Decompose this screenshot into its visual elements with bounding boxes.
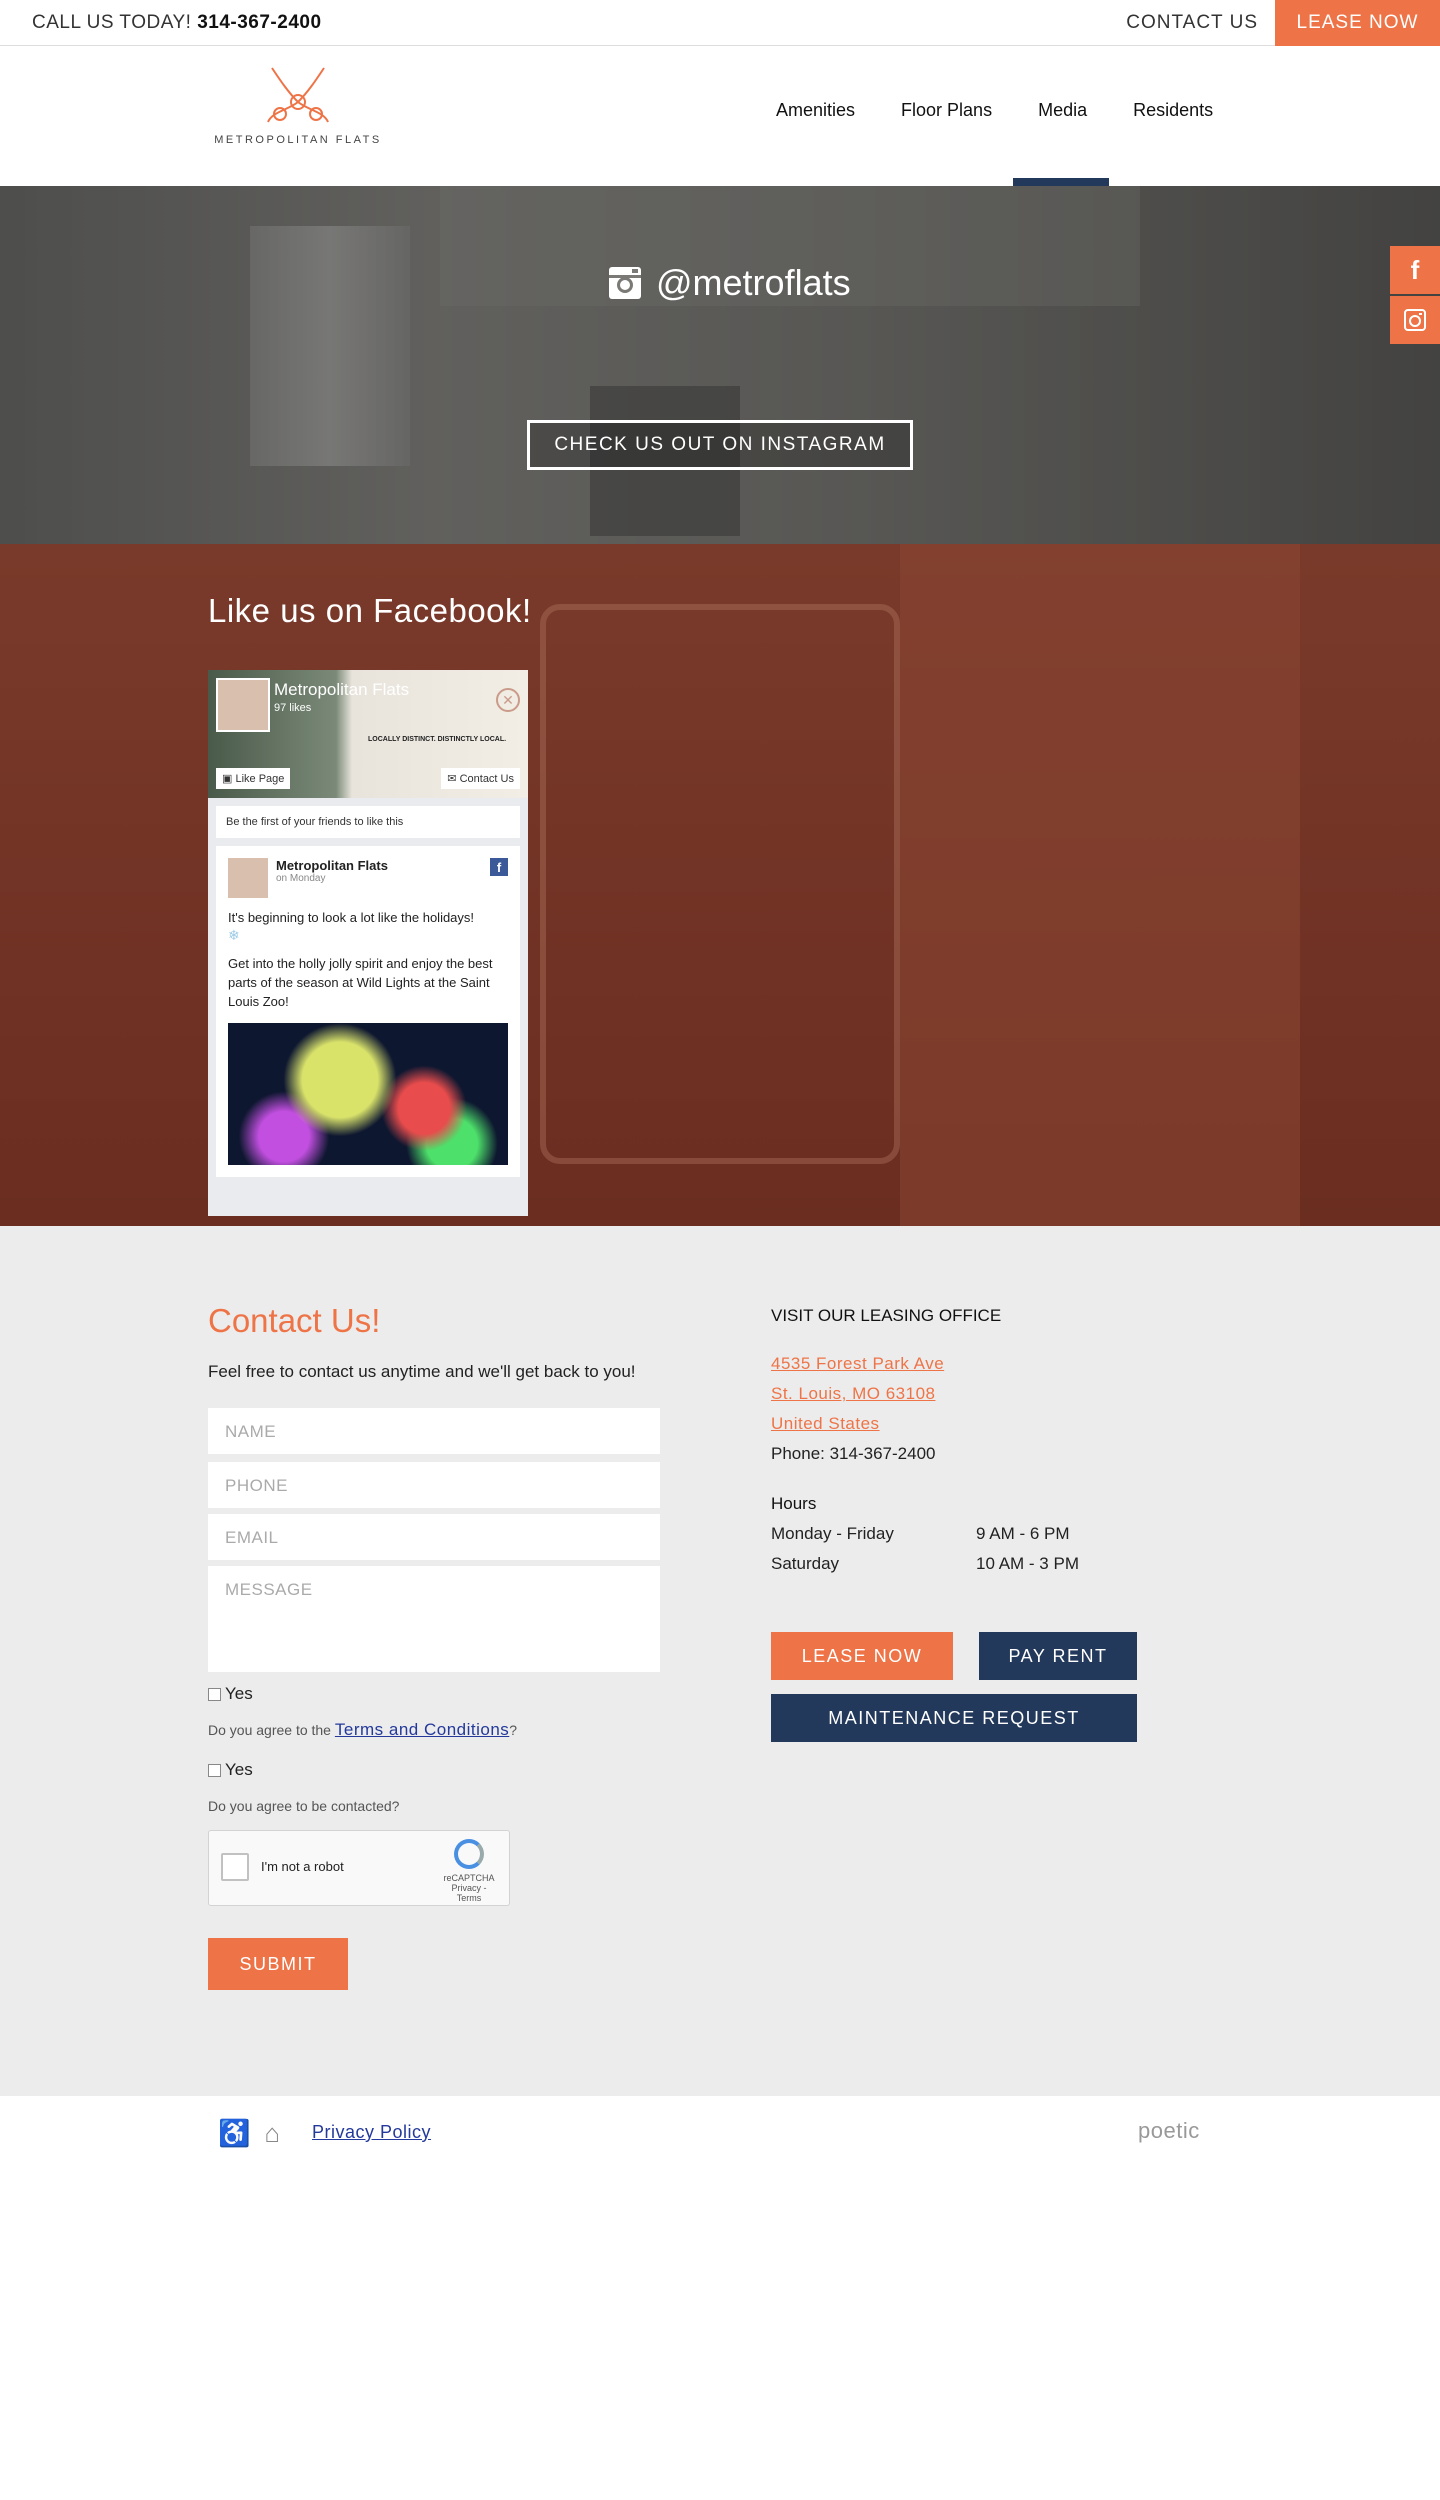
facebook-icon[interactable]: f [1390, 246, 1440, 294]
consent-yes-label: Yes [225, 1760, 253, 1779]
post-header: Metropolitan Flats on Monday f [228, 858, 508, 898]
instagram-cta-button[interactable]: CHECK US OUT ON INSTAGRAM [527, 420, 913, 470]
call-us-text: CALL US TODAY! 314-367-2400 [32, 12, 322, 34]
post-avatar[interactable] [228, 858, 268, 898]
active-nav-indicator [1013, 178, 1109, 186]
facebook-heading: Like us on Facebook! [208, 592, 532, 629]
main-nav: Amenities Floor Plans Media Residents [776, 100, 1213, 121]
poetic-credit-logo[interactable]: poetic [1138, 2118, 1200, 2144]
nav-floor-plans[interactable]: Floor Plans [901, 100, 992, 121]
recaptcha-checkbox[interactable] [221, 1853, 249, 1881]
instagram-handle-text: @metroflats [656, 262, 851, 303]
hours-row: Monday - Friday 9 AM - 6 PM [771, 1524, 1070, 1543]
contact-consent-row: Yes [208, 1760, 253, 1780]
post-time[interactable]: on Monday [276, 873, 388, 884]
post-line-1: It's beginning to look a lot like the ho… [228, 910, 475, 925]
instagram-hero: @metroflats CHECK US OUT ON INSTAGRAM [0, 186, 1440, 544]
instagram-icon [609, 267, 641, 299]
name-input[interactable]: NAME [208, 1408, 660, 1454]
terms-question: Do you agree to the Terms and Conditions… [208, 1720, 518, 1739]
post-image[interactable] [228, 1023, 508, 1165]
post-line-2: Get into the holly jolly spirit and enjo… [228, 956, 493, 1009]
facebook-page-widget[interactable]: Metropolitan Flats 97 likes ✕ LOCALLY DI… [208, 670, 528, 1216]
recaptcha-label: I'm not a robot [261, 1859, 344, 1874]
terms-checkbox[interactable] [208, 1687, 221, 1701]
facebook-logo-icon: f [490, 858, 508, 876]
post-author[interactable]: Metropolitan Flats [276, 858, 388, 873]
call-label: CALL US TODAY! [32, 12, 192, 33]
facebook-cover: Metropolitan Flats 97 likes ✕ LOCALLY DI… [208, 670, 528, 798]
address-line-2[interactable]: St. Louis, MO 63108 [771, 1384, 935, 1404]
site-footer: ♿ ⌂ Privacy Policy poetic [0, 2096, 1440, 2500]
lease-now-top-button[interactable]: LEASE NOW [1275, 0, 1440, 46]
site-header: METROPOLITAN FLATS Amenities Floor Plans… [0, 46, 1440, 186]
hours-title: Hours [771, 1494, 817, 1513]
facebook-small-icon: ▣ [222, 773, 233, 785]
facebook-post: Metropolitan Flats on Monday f It's begi… [216, 846, 520, 1177]
leasing-office-title: VISIT OUR LEASING OFFICE [771, 1306, 1002, 1325]
message-textarea[interactable]: MESSAGE [208, 1566, 660, 1672]
facebook-section: Like us on Facebook! Metropolitan Flats … [0, 544, 1440, 1226]
instagram-icon [1404, 309, 1426, 331]
accessibility-icon: ♿ [218, 2118, 251, 2148]
top-utility-bar: CALL US TODAY! 314-367-2400 CONTACT US L… [0, 0, 1440, 46]
contact-intro: Feel free to contact us anytime and we'l… [208, 1362, 636, 1381]
recaptcha-icon [454, 1839, 484, 1869]
maintenance-request-button[interactable]: MAINTENANCE REQUEST [771, 1694, 1137, 1742]
recaptcha-privacy-terms[interactable]: Privacy - Terms [439, 1883, 499, 1903]
hours-row: Saturday 10 AM - 3 PM [771, 1554, 1079, 1573]
terms-link[interactable]: Terms and Conditions [335, 1720, 509, 1739]
recaptcha-widget: I'm not a robot reCAPTCHA Privacy - Term… [208, 1830, 510, 1906]
privacy-policy-link[interactable]: Privacy Policy [312, 2122, 431, 2143]
submit-button[interactable]: SUBMIT [208, 1938, 348, 1990]
mail-icon: ✉ [447, 773, 457, 785]
table-image [900, 544, 1300, 1226]
contact-us-link[interactable]: CONTACT US [1126, 12, 1258, 34]
facebook-page-name[interactable]: Metropolitan Flats [274, 680, 409, 700]
recaptcha-logo: reCAPTCHA Privacy - Terms [439, 1839, 499, 1903]
address-line-1[interactable]: 4535 Forest Park Ave [771, 1354, 944, 1374]
nav-residents[interactable]: Residents [1133, 100, 1213, 121]
cover-tagline: LOCALLY DISTINCT. DISTINCTLY LOCAL. [368, 736, 507, 743]
office-phone: Phone: 314-367-2400 [771, 1444, 936, 1463]
terms-checkbox-row: Yes [208, 1684, 253, 1704]
phone-input[interactable]: PHONE [208, 1462, 660, 1508]
lease-now-button[interactable]: LEASE NOW [771, 1632, 953, 1680]
logo-mark-icon [267, 67, 329, 123]
facebook-contact-button[interactable]: ✉ Contact Us [441, 768, 520, 789]
side-social-tabs: f [1390, 246, 1440, 346]
pay-rent-button[interactable]: PAY RENT [979, 1632, 1137, 1680]
email-input[interactable]: EMAIL [208, 1514, 660, 1560]
facebook-likes-count: 97 likes [274, 702, 312, 714]
contact-heading: Contact Us! [208, 1302, 381, 1339]
contacted-question: Do you agree to be contacted? [208, 1798, 400, 1814]
logo[interactable]: METROPOLITAN FLATS [213, 62, 383, 162]
instagram-handle: @metroflats [608, 262, 851, 304]
snowflake-icon: ❄ [228, 927, 240, 943]
contact-section: Contact Us! Feel free to contact us anyt… [0, 1226, 1440, 2096]
footer-icons: ♿ ⌂ [218, 2118, 280, 2149]
hero-overlay [0, 186, 1440, 544]
contact-consent-checkbox[interactable] [208, 1763, 221, 1777]
nav-amenities[interactable]: Amenities [776, 100, 855, 121]
address-country[interactable]: United States [771, 1414, 880, 1434]
close-icon: ✕ [496, 688, 520, 712]
nav-media[interactable]: Media [1038, 100, 1087, 121]
facebook-like-page-button[interactable]: ▣ Like Page [216, 768, 291, 789]
terms-yes-label: Yes [225, 1684, 253, 1703]
facebook-friends-text: Be the first of your friends to like thi… [216, 806, 520, 838]
instagram-side-icon[interactable] [1390, 296, 1440, 344]
header-phone-link[interactable]: 314-367-2400 [197, 12, 321, 33]
equal-housing-icon: ⌂ [264, 2118, 281, 2148]
logo-text: METROPOLITAN FLATS [214, 134, 382, 146]
facebook-page-avatar[interactable] [216, 678, 270, 732]
chair-image [540, 604, 900, 1164]
